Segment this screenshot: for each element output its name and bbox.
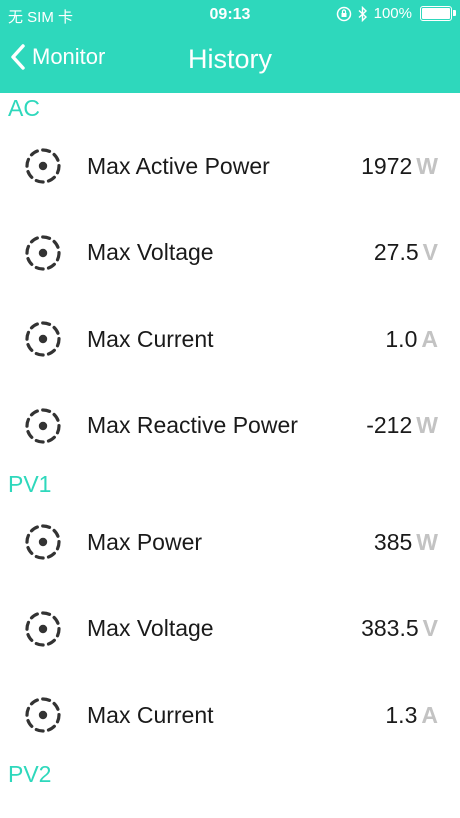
row-unit: A xyxy=(421,325,438,352)
row-unit: V xyxy=(422,239,438,266)
section-pv2: PV2 xyxy=(0,759,460,789)
dashed-circle-icon xyxy=(24,523,62,561)
history-list: AC Max Active Power 1972 W Max Voltage 27.5 V M… xyxy=(0,93,460,789)
row-label: Max Voltage xyxy=(87,615,214,642)
row-value: 385 xyxy=(373,528,413,555)
dashed-circle-icon xyxy=(24,320,62,358)
row-label: Max Current xyxy=(87,325,214,352)
row-label: Max Active Power xyxy=(87,152,270,179)
section-header: PV2 xyxy=(8,760,52,787)
row-value-group: 27.5 V xyxy=(374,239,438,266)
section-header: PV1 xyxy=(8,471,52,497)
row-label: Max Reactive Power xyxy=(87,412,298,439)
status-right: 100% xyxy=(336,5,456,22)
dashed-circle-icon xyxy=(24,234,62,272)
row-value: 27.5 xyxy=(373,239,419,266)
dashed-circle-icon xyxy=(24,610,62,648)
row-value: 1.0 xyxy=(385,325,418,352)
row-value-group: -212 W xyxy=(366,412,438,439)
page-title: History xyxy=(187,44,272,74)
dashed-circle-icon xyxy=(24,696,62,734)
row-value: 383.5 xyxy=(361,615,419,642)
bluetooth-icon xyxy=(358,5,367,22)
battery-icon xyxy=(420,6,456,21)
section-ac: AC Max Active Power 1972 W Max Voltage 27.5 V M… xyxy=(0,93,460,469)
list-item[interactable]: Max Voltage 383.5 V xyxy=(0,586,460,673)
row-label: Max Power xyxy=(87,528,203,555)
row-value-group: 1.0 A xyxy=(385,326,438,353)
row-value-group: 383.5 V xyxy=(361,615,438,642)
row-value: -212 xyxy=(366,412,413,439)
dashed-circle-icon xyxy=(24,147,62,185)
row-unit: W xyxy=(416,152,438,179)
list-item[interactable]: Max Reactive Power -212 W xyxy=(0,383,460,470)
nav-bar: Monitor History xyxy=(0,30,460,93)
row-value-group: 1972 W xyxy=(361,153,438,180)
list-item[interactable]: Max Voltage 27.5 V xyxy=(0,210,460,297)
row-value-group: 385 W xyxy=(374,529,438,556)
list-item[interactable]: Max Current 1.3 A xyxy=(0,672,460,759)
dashed-circle-icon xyxy=(24,407,62,445)
section-header: AC xyxy=(8,95,40,121)
row-value: 1.3 xyxy=(385,701,418,728)
row-label: Max Voltage xyxy=(87,239,214,266)
row-label: Max Current xyxy=(87,701,214,728)
rotation-lock-icon xyxy=(336,6,351,21)
row-value: 1972 xyxy=(361,152,413,179)
row-unit: W xyxy=(416,412,438,439)
row-unit: W xyxy=(416,528,438,555)
list-item[interactable]: Max Active Power 1972 W xyxy=(0,123,460,210)
row-unit: V xyxy=(422,615,438,642)
list-item[interactable]: Max Current 1.0 A xyxy=(0,296,460,383)
section-pv1: PV1 Max Power 385 W Max Voltage 383.5 V Max Cur… xyxy=(0,469,460,759)
row-unit: A xyxy=(421,701,438,728)
battery-percent: 100% xyxy=(373,5,412,22)
status-bar: 无 SIM 卡 09:13 100% xyxy=(0,0,460,30)
row-value-group: 1.3 A xyxy=(385,702,438,729)
list-item[interactable]: Max Power 385 W xyxy=(0,499,460,586)
header: 无 SIM 卡 09:13 100% Monitor History xyxy=(0,0,460,93)
